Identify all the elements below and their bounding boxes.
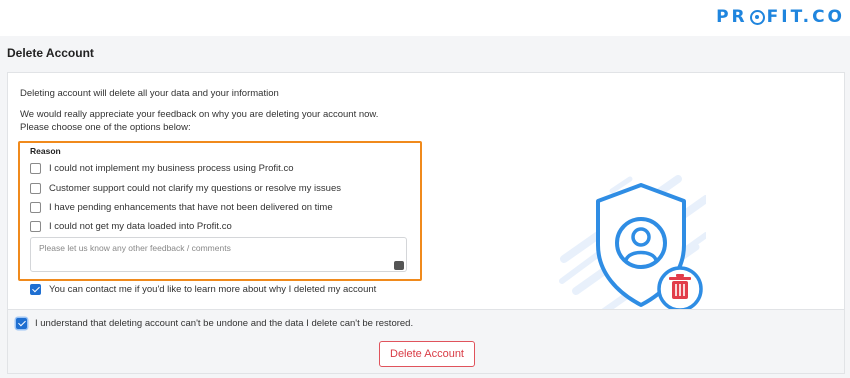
reason-title: Reason	[30, 146, 61, 156]
top-bar: PR FIT.CO	[0, 0, 850, 36]
contact-consent-label: You can contact me if you'd like to lear…	[49, 284, 377, 295]
delete-account-panel: Deleting account will delete all your da…	[7, 72, 845, 374]
reason-option-label: I have pending enhancements that have no…	[49, 202, 333, 213]
trash-icon	[669, 274, 691, 299]
reason-section: Reason I could not implement my business…	[18, 141, 422, 281]
logo-text-right: FIT.CO	[766, 7, 845, 27]
contact-checkbox[interactable]	[30, 284, 41, 295]
reason-option-3[interactable]: I have pending enhancements that have no…	[30, 202, 333, 213]
reason-checkbox-4[interactable]	[30, 221, 41, 232]
contact-consent[interactable]: You can contact me if you'd like to lear…	[30, 284, 376, 295]
page-title: Delete Account	[7, 46, 94, 60]
reason-option-label: I could not implement my business proces…	[49, 163, 294, 174]
reason-option-2[interactable]: Customer support could not clarify my qu…	[30, 183, 341, 194]
profit-co-logo[interactable]: PR FIT.CO	[716, 7, 845, 27]
feedback-request-text: We would really appreciate your feedback…	[20, 109, 379, 133]
reason-option-label: Customer support could not clarify my qu…	[49, 183, 341, 194]
confirmation-strip: I understand that deleting account can't…	[8, 309, 844, 373]
acknowledge-checkbox[interactable]	[16, 318, 27, 329]
reason-checkbox-1[interactable]	[30, 163, 41, 174]
intro-text: Deleting account will delete all your da…	[20, 88, 279, 99]
reason-checkbox-3[interactable]	[30, 202, 41, 213]
reason-option-4[interactable]: I could not get my data loaded into Prof…	[30, 221, 232, 232]
reason-checkbox-2[interactable]	[30, 183, 41, 194]
irreversible-acknowledgement[interactable]: I understand that deleting account can't…	[16, 318, 413, 329]
reason-option-label: I could not get my data loaded into Prof…	[49, 221, 232, 232]
resize-handle-icon[interactable]	[394, 261, 404, 270]
logo-target-icon	[749, 9, 765, 25]
acknowledge-label: I understand that deleting account can't…	[35, 318, 414, 329]
shield-user-delete-icon	[559, 175, 706, 317]
reason-option-1[interactable]: I could not implement my business proces…	[30, 163, 293, 174]
feedback-textarea[interactable]	[30, 237, 407, 272]
delete-account-button[interactable]: Delete Account	[379, 341, 475, 367]
logo-text-left: PR	[716, 7, 748, 27]
